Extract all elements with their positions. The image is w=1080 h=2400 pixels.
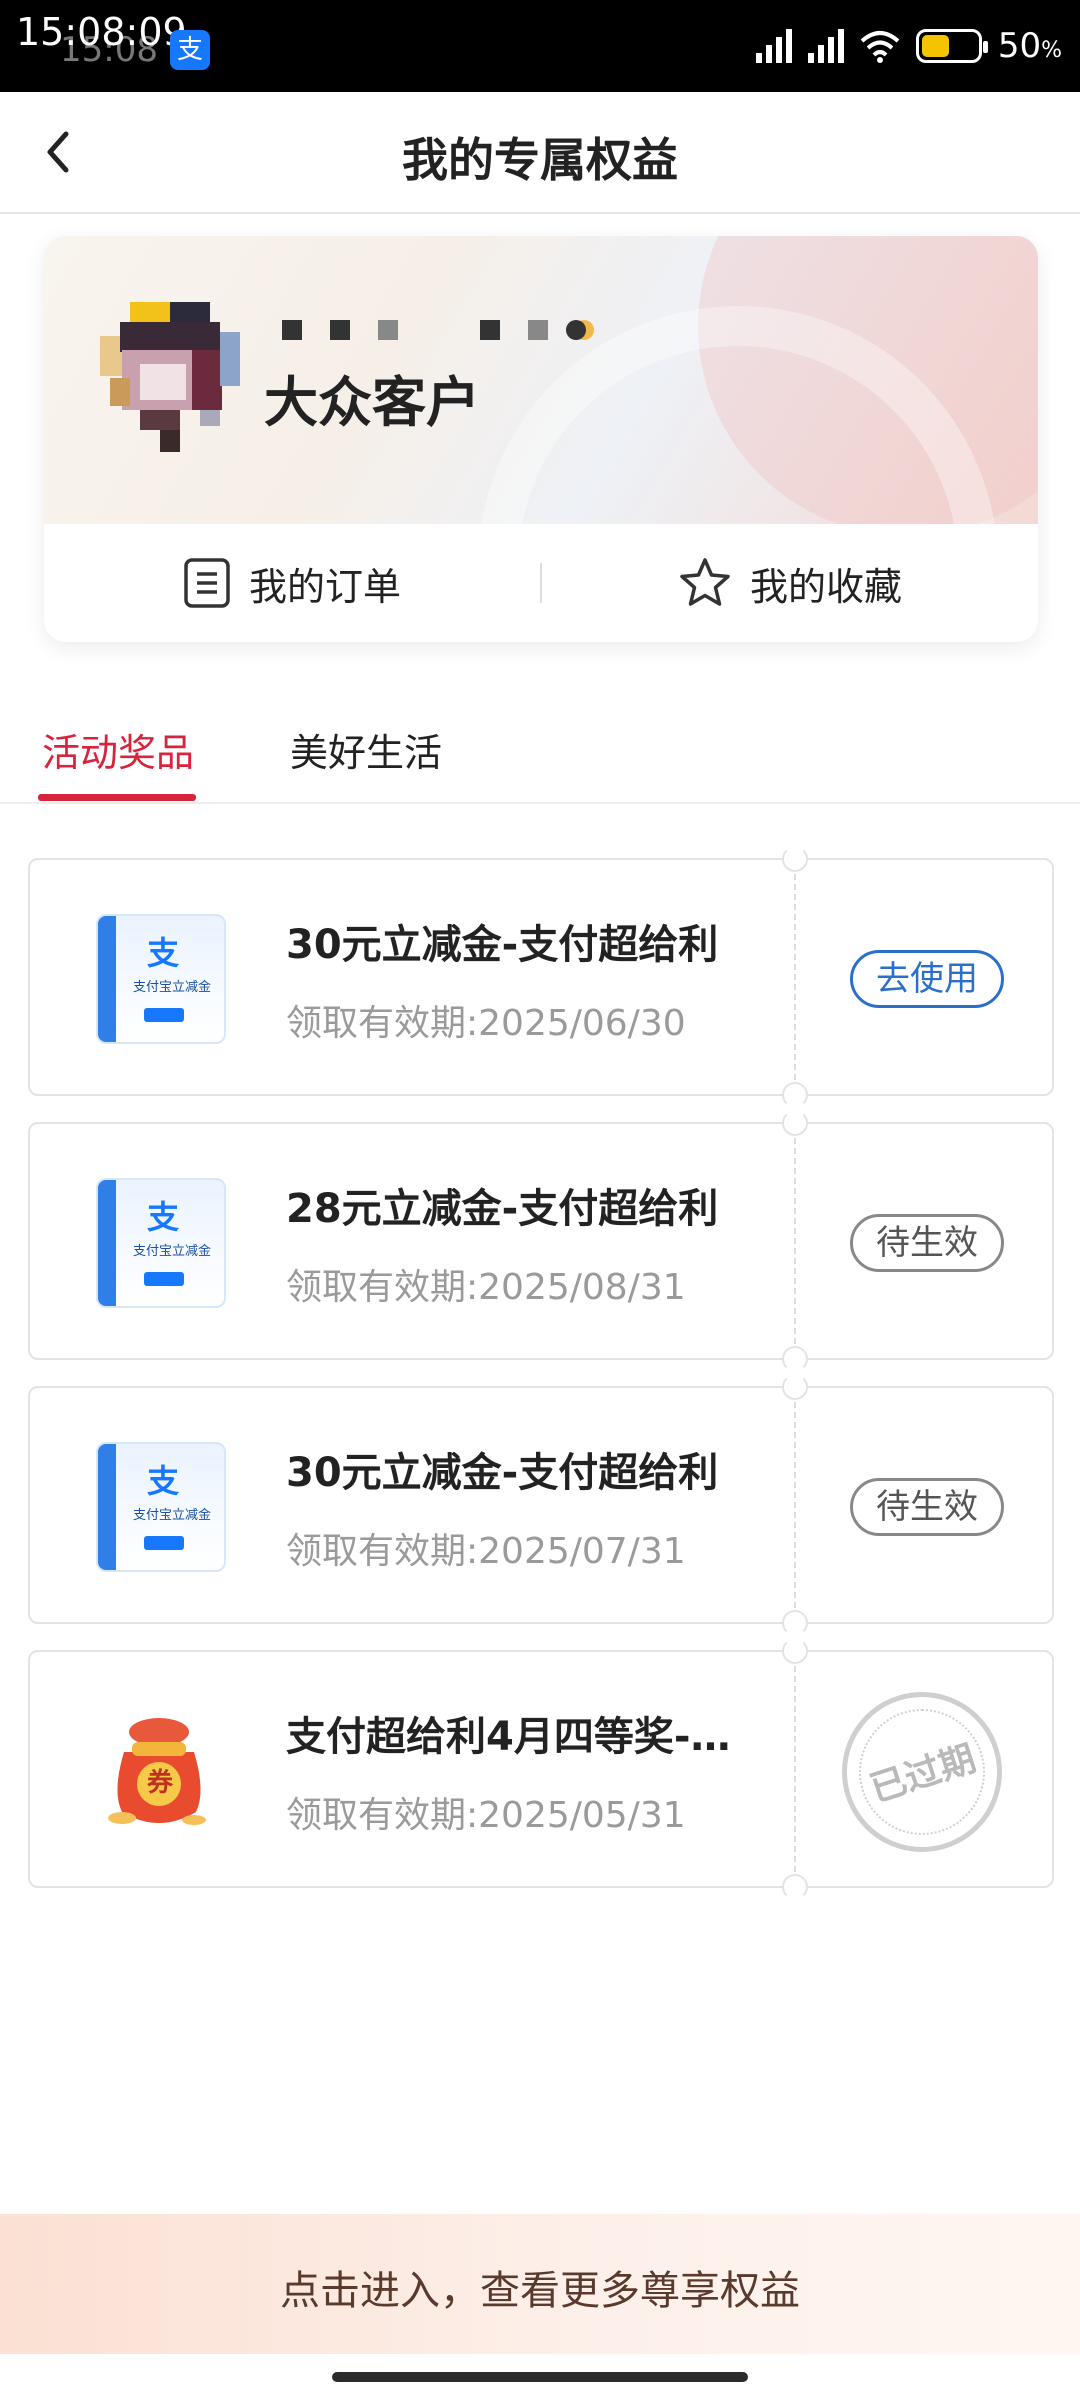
wifi-icon (860, 31, 900, 63)
nav-header: 我的专属权益 (0, 92, 1080, 214)
coupon-validity: 领取有效期:2025/08/31 (286, 1267, 686, 1308)
battery-icon (915, 29, 988, 63)
alipay-voucher-icon: 支支付宝立减金 (96, 1442, 226, 1572)
alipay-voucher-icon: 支支付宝立减金 (96, 914, 226, 1044)
battery-fill (921, 35, 949, 57)
coupon-title: 支付超给利4月四等奖-优惠券 (286, 1714, 766, 1760)
alipay-notification-icon: 支 (170, 30, 210, 70)
tab-bar: 活动奖品 美好生活 (0, 680, 1080, 804)
status-bar: 15:08 15:08:09 支 50% (0, 0, 1080, 92)
order-list-icon (184, 558, 230, 608)
customer-level: 大众客户 (264, 370, 480, 434)
my-orders-label: 我的订单 (248, 564, 401, 609)
profile-banner: 大众客户 (44, 236, 1038, 642)
coupon-card[interactable]: 支支付宝立减金 30元立减金-支付超给利 领取有效期:2025/06/30 去使… (28, 846, 1054, 1108)
use-coupon-button[interactable]: 去使用 (850, 950, 1004, 1008)
star-icon (680, 558, 730, 606)
masked-username (282, 320, 586, 340)
profile-card: 大众客户 我的订单 我的收藏 (44, 236, 1038, 642)
coupon-card[interactable]: 券 支付超给利4月四等奖-优惠券 领取有效期:2025/05/31 已过期 (28, 1638, 1054, 1900)
tab-good-life[interactable]: 美好生活 (290, 722, 442, 777)
status-time: 15:08:09 (16, 10, 187, 54)
pending-status-badge: 待生效 (850, 1214, 1004, 1272)
expired-stamp: 已过期 (842, 1692, 1002, 1852)
coupon-title: 30元立减金-支付超给利 (286, 1450, 719, 1496)
coupon-card[interactable]: 支支付宝立减金 30元立减金-支付超给利 领取有效期:2025/07/31 待生… (28, 1374, 1054, 1636)
avatar[interactable] (100, 302, 240, 452)
cell-signal-icon (755, 29, 792, 63)
red-coupon-bag-icon: 券 (96, 1706, 226, 1836)
active-tab-indicator (38, 794, 196, 801)
cell-signal-2-icon (807, 29, 844, 63)
home-indicator[interactable] (332, 2372, 748, 2382)
coupon-validity: 领取有效期:2025/07/31 (286, 1531, 686, 1572)
tab-activity-prizes[interactable]: 活动奖品 (42, 722, 194, 777)
coupon-bag-label: 券 (146, 1768, 173, 1798)
coupon-title: 28元立减金-支付超给利 (286, 1186, 719, 1232)
coupon-title: 30元立减金-支付超给利 (286, 922, 719, 968)
battery-percent: 50% (997, 26, 1062, 66)
banner-text: 点击进入，查看更多尊享权益 (280, 2268, 800, 2314)
more-benefits-banner[interactable]: 点击进入，查看更多尊享权益 (0, 2214, 1080, 2354)
coupon-validity: 领取有效期:2025/05/31 (286, 1795, 686, 1836)
coupon-validity: 领取有效期:2025/06/30 (286, 1003, 686, 1044)
my-favorites-button[interactable]: 我的收藏 (542, 556, 1038, 611)
my-orders-button[interactable]: 我的订单 (44, 556, 540, 611)
status-icons: 50% (755, 26, 1062, 66)
coupon-card[interactable]: 支支付宝立减金 28元立减金-支付超给利 领取有效期:2025/08/31 待生… (28, 1110, 1054, 1372)
alipay-voucher-icon: 支支付宝立减金 (96, 1178, 226, 1308)
moon-badge-icon (566, 320, 586, 340)
page-title: 我的专属权益 (402, 133, 678, 187)
quick-links: 我的订单 我的收藏 (44, 524, 1038, 642)
pending-status-badge: 待生效 (850, 1478, 1004, 1536)
my-favorites-label: 我的收藏 (749, 564, 902, 609)
